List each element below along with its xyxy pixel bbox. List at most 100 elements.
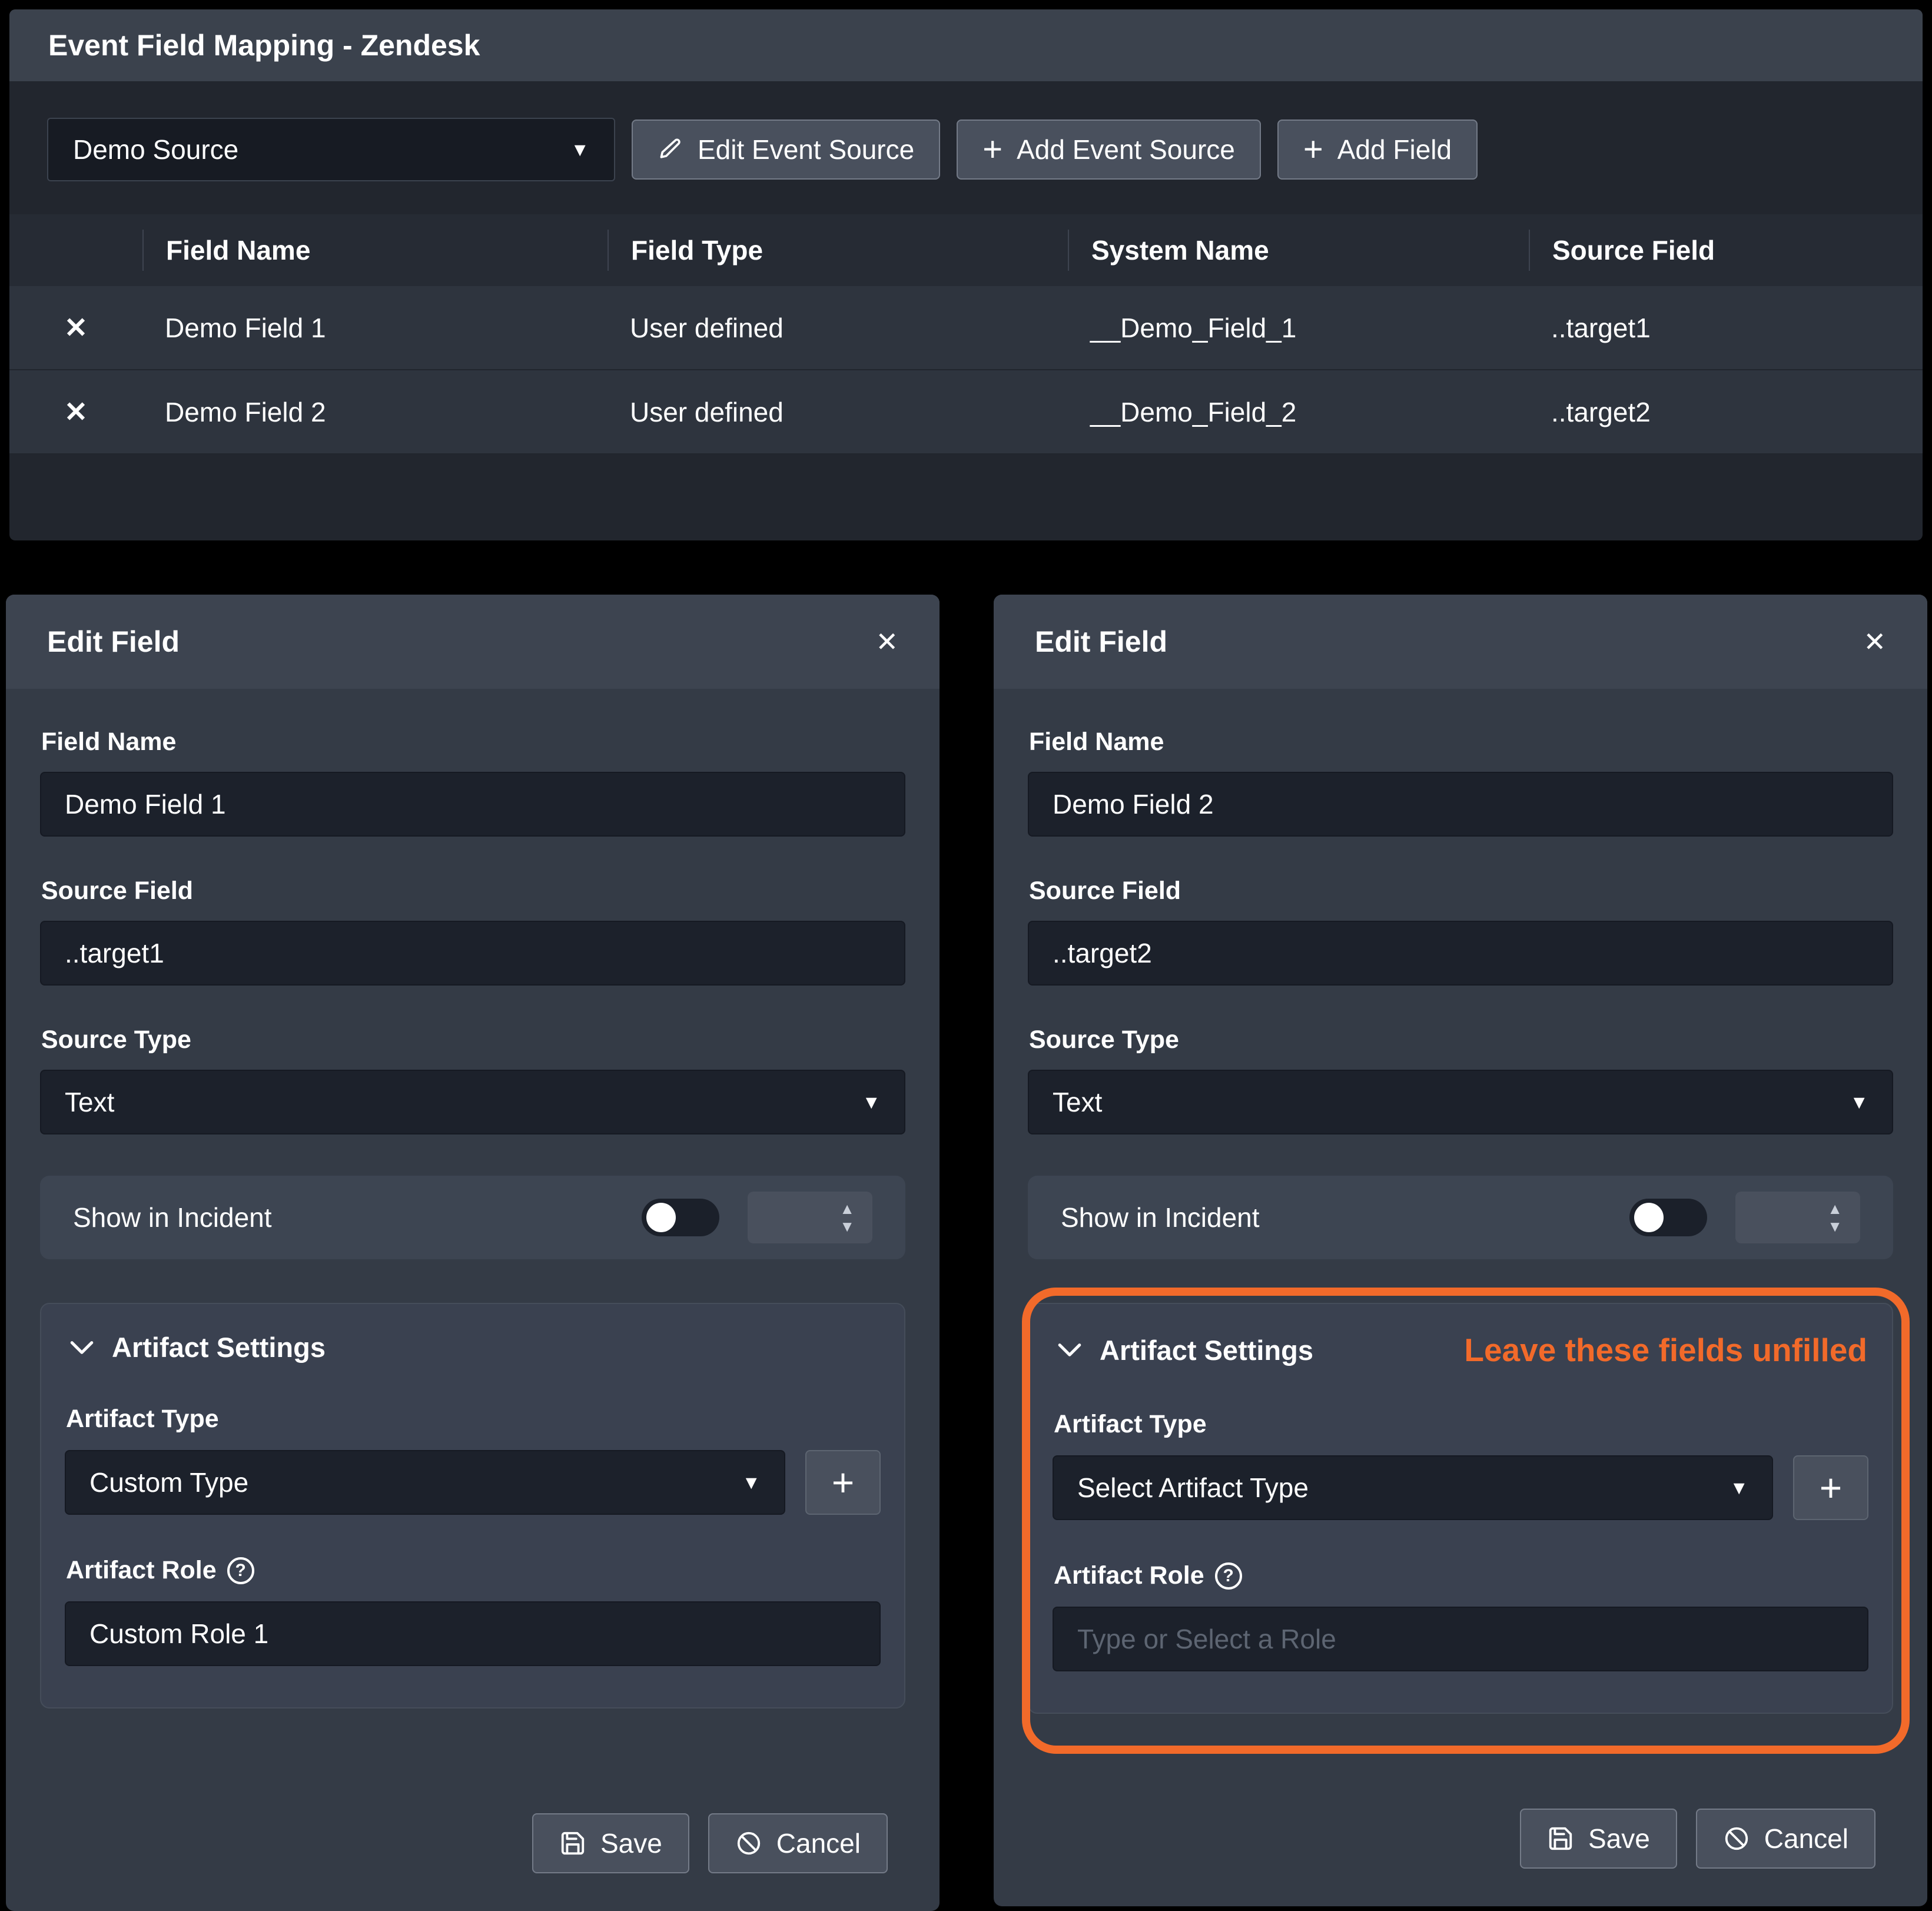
cancel-label: Cancel: [1764, 1823, 1848, 1854]
delete-row-icon[interactable]: ✕: [64, 396, 88, 429]
incident-order-stepper[interactable]: ▲ ▼: [748, 1192, 872, 1243]
save-button[interactable]: Save: [532, 1813, 689, 1873]
save-button[interactable]: Save: [1520, 1809, 1677, 1869]
incident-order-stepper[interactable]: ▲ ▼: [1735, 1192, 1860, 1243]
add-artifact-type-button[interactable]: +: [1793, 1455, 1868, 1520]
table-header-row: Field Name Field Type System Name Source…: [9, 214, 1923, 286]
artifact-type-dropdown[interactable]: Custom Type ▼: [65, 1450, 785, 1515]
dialog-title: Edit Field: [1035, 625, 1167, 659]
annotation-text: Leave these fields unfilled: [1464, 1331, 1877, 1369]
source-type-value: Text: [1053, 1086, 1102, 1118]
artifact-settings-panel: Artifact Settings Artifact Type Custom T…: [40, 1303, 905, 1708]
cell-source-field: ..target1: [1529, 312, 1923, 344]
artifact-role-input[interactable]: [1053, 1607, 1868, 1671]
add-event-source-label: Add Event Source: [1017, 134, 1235, 165]
source-type-dropdown[interactable]: Text ▼: [40, 1070, 905, 1134]
cancel-icon: [1723, 1825, 1750, 1852]
show-in-incident-toggle[interactable]: [1629, 1199, 1707, 1236]
stepper-arrows-icon: ▲ ▼: [1827, 1201, 1843, 1234]
edit-field-dialog-1: Edit Field ✕ Field Name Source Field Sou…: [6, 595, 940, 1911]
save-label: Save: [1588, 1823, 1650, 1854]
delete-row-icon[interactable]: ✕: [64, 311, 88, 344]
close-icon[interactable]: ✕: [875, 626, 898, 658]
dialog-actions: Save Cancel: [532, 1813, 888, 1873]
artifact-settings-label: Artifact Settings: [1100, 1334, 1313, 1366]
add-artifact-type-button[interactable]: +: [805, 1450, 881, 1515]
artifact-type-row: Select Artifact Type ▼ +: [1044, 1455, 1877, 1520]
field-name-label: Field Name: [1029, 728, 1893, 757]
artifact-role-label-text: Artifact Role: [1054, 1561, 1204, 1590]
chevron-down-icon: ▼: [1729, 1477, 1748, 1499]
chevron-down-icon: [1057, 1342, 1082, 1358]
plus-icon: +: [1303, 132, 1323, 167]
artifact-type-row: Custom Type ▼ +: [57, 1450, 889, 1515]
artifact-role-row: [57, 1601, 889, 1666]
add-field-button[interactable]: + Add Field: [1277, 120, 1478, 180]
dialog-title: Edit Field: [47, 625, 180, 659]
event-source-dropdown[interactable]: Demo Source ▼: [47, 118, 615, 181]
edit-field-dialog-2: Edit Field ✕ Field Name Source Field Sou…: [994, 595, 1927, 1906]
artifact-type-label: Artifact Type: [1054, 1410, 1877, 1439]
artifact-type-value: Custom Type: [89, 1467, 248, 1498]
field-name-input[interactable]: [40, 772, 905, 837]
source-field-input[interactable]: [1028, 921, 1893, 986]
stepper-arrows-icon: ▲ ▼: [839, 1201, 855, 1234]
artifact-role-label: Artifact Role ?: [1054, 1561, 1877, 1590]
cell-system-name: __Demo_Field_2: [1068, 396, 1529, 428]
show-in-incident-row: Show in Incident ▲ ▼: [1028, 1176, 1893, 1259]
close-icon[interactable]: ✕: [1863, 626, 1886, 658]
source-field-label: Source Field: [41, 877, 905, 905]
artifact-role-input[interactable]: [65, 1601, 881, 1666]
source-field-label: Source Field: [1029, 877, 1893, 905]
artifact-settings-header[interactable]: Artifact Settings Leave these fields unf…: [1044, 1331, 1877, 1369]
show-in-incident-label: Show in Incident: [73, 1202, 272, 1233]
source-type-dropdown[interactable]: Text ▼: [1028, 1070, 1893, 1134]
toggle-knob: [1634, 1203, 1664, 1232]
dialog-titlebar: Edit Field ✕: [994, 595, 1927, 689]
artifact-type-dropdown[interactable]: Select Artifact Type ▼: [1053, 1455, 1773, 1520]
chevron-down-icon: ▼: [570, 139, 589, 161]
artifact-settings-label: Artifact Settings: [112, 1331, 326, 1363]
chevron-down-icon: ▼: [1850, 1091, 1868, 1113]
dialog-actions: Save Cancel: [1520, 1809, 1875, 1869]
show-in-incident-row: Show in Incident ▲ ▼: [40, 1176, 905, 1259]
toolbar: Demo Source ▼ Edit Event Source + Add Ev…: [47, 118, 1885, 181]
cancel-button[interactable]: Cancel: [1696, 1809, 1875, 1869]
artifact-settings-header[interactable]: Artifact Settings: [57, 1331, 889, 1363]
table-header-field-type: Field Type: [608, 230, 1068, 271]
source-type-value: Text: [65, 1086, 114, 1118]
toggle-knob: [646, 1203, 676, 1232]
artifact-settings-panel: Artifact Settings Leave these fields unf…: [1028, 1303, 1893, 1714]
stepper-up-icon: ▲: [839, 1201, 855, 1216]
artifact-role-row: [1044, 1607, 1877, 1671]
edit-event-source-label: Edit Event Source: [698, 134, 914, 165]
plus-icon: +: [982, 132, 1002, 167]
chevron-down-icon: ▼: [742, 1472, 761, 1494]
artifact-type-value: Select Artifact Type: [1077, 1472, 1309, 1504]
cell-field-type: User defined: [608, 396, 1068, 428]
stepper-up-icon: ▲: [1827, 1201, 1843, 1216]
add-event-source-button[interactable]: + Add Event Source: [957, 120, 1261, 180]
cancel-label: Cancel: [776, 1827, 861, 1859]
pencil-icon: [658, 137, 683, 162]
artifact-role-label: Artifact Role ?: [66, 1556, 889, 1585]
cancel-button[interactable]: Cancel: [708, 1813, 888, 1873]
source-field-input[interactable]: [40, 921, 905, 986]
edit-event-source-button[interactable]: Edit Event Source: [632, 120, 940, 180]
show-in-incident-toggle[interactable]: [642, 1199, 719, 1236]
event-source-dropdown-value: Demo Source: [73, 134, 238, 165]
save-icon: [1547, 1825, 1574, 1852]
show-in-incident-label: Show in Incident: [1061, 1202, 1260, 1233]
save-label: Save: [600, 1827, 662, 1859]
table-header-actions: [9, 230, 142, 271]
table-header-system-name: System Name: [1068, 230, 1529, 271]
cell-system-name: __Demo_Field_1: [1068, 312, 1529, 344]
field-name-input[interactable]: [1028, 772, 1893, 837]
cell-source-field: ..target2: [1529, 396, 1923, 428]
help-icon[interactable]: ?: [227, 1557, 254, 1584]
cell-field-type: User defined: [608, 312, 1068, 344]
cell-field-name: Demo Field 2: [142, 396, 608, 428]
help-icon[interactable]: ?: [1215, 1562, 1242, 1590]
field-mapping-table: Field Name Field Type System Name Source…: [9, 214, 1923, 454]
source-type-label: Source Type: [41, 1026, 905, 1054]
